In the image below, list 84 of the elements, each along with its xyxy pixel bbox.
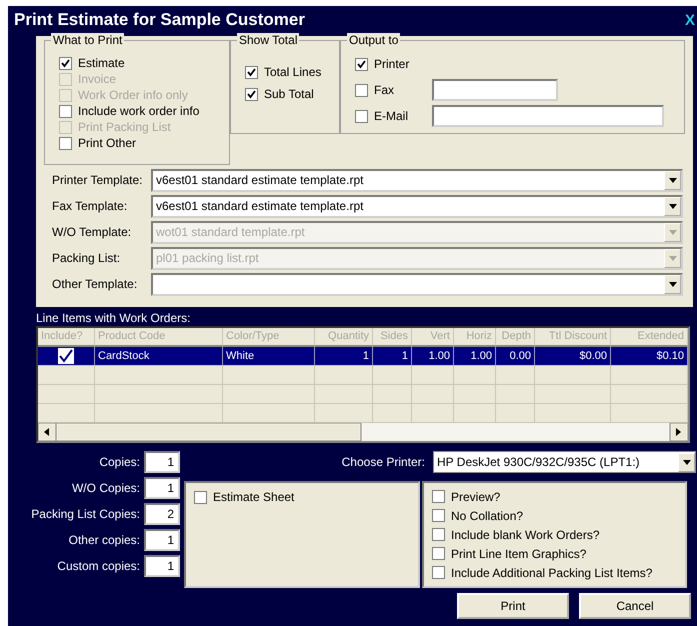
field-label: Packing List: xyxy=(51,251,122,265)
checkbox[interactable] xyxy=(245,88,258,100)
empty-cell xyxy=(315,366,373,385)
grid-title: Line Items with Work Orders: xyxy=(36,311,192,325)
checkbox[interactable] xyxy=(58,348,74,364)
group-title: What to Print xyxy=(51,33,124,47)
window-title: Print Estimate for Sample Customer xyxy=(14,10,305,30)
empty-cell xyxy=(373,385,412,404)
table-cell: 1 xyxy=(373,347,412,366)
checkbox[interactable] xyxy=(194,490,207,504)
close-button[interactable]: X xyxy=(684,12,695,28)
checkbox[interactable] xyxy=(432,509,445,522)
checkbox-label: Print Other xyxy=(78,136,136,150)
field-label: Choose Printer: xyxy=(342,455,425,469)
checkbox[interactable] xyxy=(432,566,445,579)
checkbox-label: No Collation? xyxy=(451,508,524,522)
checkbox-label: Print Packing List xyxy=(78,120,171,134)
cancel-button[interactable]: Cancel xyxy=(579,593,691,619)
field-label: Custom copies: xyxy=(57,558,140,572)
field-label: Other Template: xyxy=(51,277,138,291)
checkbox[interactable] xyxy=(432,547,445,560)
group-title: Output to xyxy=(347,33,400,47)
template-dropdown[interactable] xyxy=(151,272,683,296)
field-label: Other copies: xyxy=(68,532,140,546)
checkbox-label: Sub Total xyxy=(264,87,314,101)
checkbox-label: Estimate xyxy=(78,56,125,70)
checkbox-label: Include blank Work Orders? xyxy=(451,528,600,542)
empty-cell xyxy=(315,385,373,404)
input-field[interactable]: 1 xyxy=(144,450,180,472)
input-field[interactable]: 1 xyxy=(144,476,180,498)
empty-cell xyxy=(496,366,535,385)
template-dropdown[interactable]: v6est01 standard estimate template.rpt xyxy=(151,194,683,218)
checkbox[interactable] xyxy=(59,56,72,70)
checkbox[interactable] xyxy=(245,66,258,78)
table-cell: 1.00 xyxy=(412,347,454,366)
empty-cell xyxy=(38,366,95,385)
table-cell: $0.10 xyxy=(611,347,688,366)
field-label: Packing List Copies: xyxy=(31,506,140,520)
input-field[interactable] xyxy=(432,79,558,101)
empty-cell xyxy=(496,385,535,404)
checkbox-label: Total Lines xyxy=(264,65,322,79)
checkbox-label: E-Mail xyxy=(374,109,410,123)
horizontal-scrollbar[interactable] xyxy=(38,423,688,441)
empty-cell xyxy=(412,385,454,404)
field-label: Printer Template: xyxy=(51,173,144,187)
checkbox[interactable] xyxy=(432,528,445,541)
input-field[interactable]: 2 xyxy=(144,502,180,524)
checkbox-label: Estimate Sheet xyxy=(213,490,294,504)
table-cell: 1 xyxy=(315,347,373,366)
table-cell: $0.00 xyxy=(535,347,611,366)
checkbox-label: Invoice xyxy=(78,72,116,86)
checkbox-label: Work Order info only xyxy=(78,88,188,102)
table-cell: 1.00 xyxy=(454,347,496,366)
field-label: Fax Template: xyxy=(51,199,128,213)
checkbox-label: Print Line Item Graphics? xyxy=(451,546,586,560)
empty-cell xyxy=(373,366,412,385)
checkbox-label: Printer xyxy=(374,57,410,71)
empty-cell xyxy=(454,385,496,404)
table-cell: White xyxy=(223,347,315,366)
checkbox[interactable] xyxy=(355,110,368,122)
template-dropdown[interactable]: v6est01 standard estimate template.rpt xyxy=(151,168,683,192)
field-label: W/O Copies: xyxy=(72,480,140,494)
checkbox-label: Preview? xyxy=(451,490,500,504)
print-button[interactable]: Print xyxy=(457,593,569,619)
table-cell: CardStock xyxy=(95,347,223,366)
checkbox[interactable] xyxy=(355,58,368,70)
empty-cell xyxy=(412,366,454,385)
table-cell: 0.00 xyxy=(496,347,535,366)
input-field[interactable]: 1 xyxy=(144,528,180,550)
empty-cell xyxy=(454,366,496,385)
field-label: Copies: xyxy=(99,454,140,468)
printer-dropdown[interactable]: HP DeskJet 930C/932C/935C (LPT1:) xyxy=(433,451,696,473)
checkbox[interactable] xyxy=(432,490,445,503)
field-label: W/O Template: xyxy=(51,225,132,239)
checkbox-label: Fax xyxy=(374,83,396,97)
group-title: Show Total xyxy=(237,33,300,47)
input-field[interactable] xyxy=(432,105,664,127)
checkbox[interactable] xyxy=(59,104,72,118)
input-field[interactable]: 1 xyxy=(144,554,180,576)
checkbox[interactable] xyxy=(59,136,72,150)
checkbox[interactable] xyxy=(355,84,368,96)
checkbox-label: Include work order info xyxy=(78,104,200,118)
checkbox-label: Include Additional Packing List Items? xyxy=(451,566,652,580)
empty-cell xyxy=(38,385,95,404)
